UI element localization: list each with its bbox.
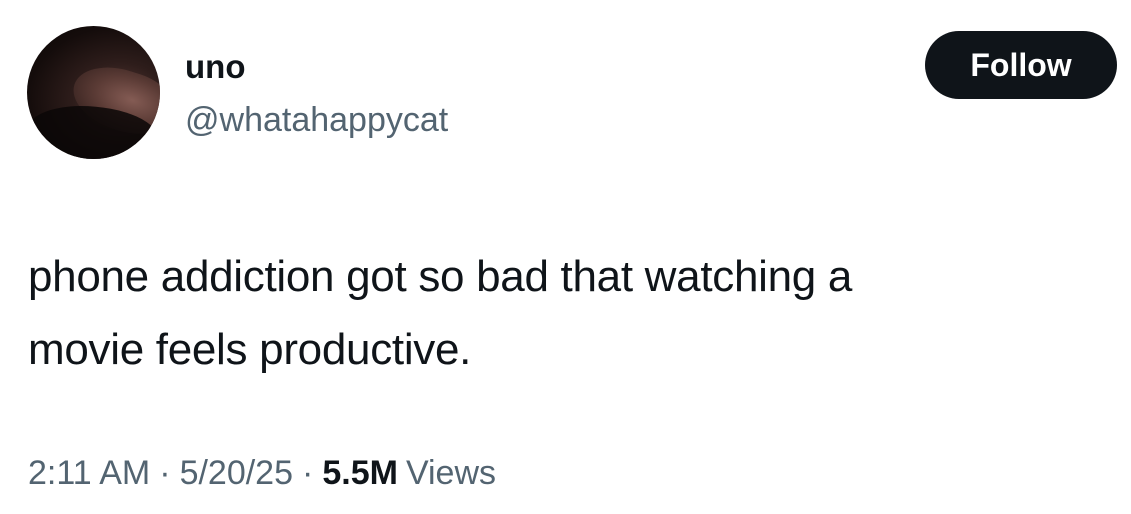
tweet-text-line: movie feels productive. — [28, 325, 472, 374]
author-handle[interactable]: @whatahappycat — [185, 100, 448, 140]
tweet-text: phone addiction got so bad that watching… — [28, 240, 1108, 386]
tweet-time[interactable]: 2:11 AM — [28, 454, 150, 492]
views-count: 5.5M — [322, 454, 398, 492]
tweet-meta: 2:11 AM · 5/20/25 · 5.5M Views — [28, 451, 496, 495]
tweet-date[interactable]: 5/20/25 — [180, 454, 293, 492]
views-label: Views — [405, 454, 497, 492]
tweet-text-line: phone addiction got so bad that watching… — [28, 252, 853, 301]
tweet-card: uno @whatahappycat Follow phone addictio… — [0, 0, 1131, 514]
avatar[interactable] — [27, 26, 160, 159]
author-display-name[interactable]: uno — [185, 47, 245, 87]
meta-separator: · — [302, 454, 314, 492]
follow-button[interactable]: Follow — [925, 31, 1117, 99]
meta-separator: · — [159, 454, 171, 492]
